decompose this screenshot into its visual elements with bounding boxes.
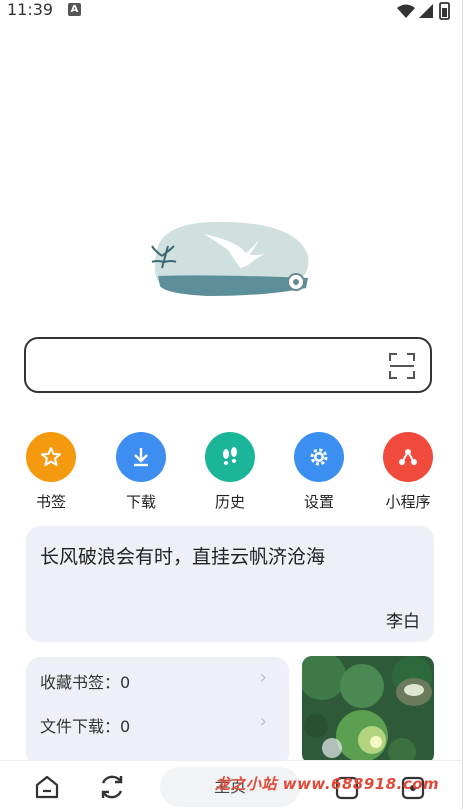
chevron-right-icon[interactable]: › bbox=[260, 667, 267, 688]
quote-card[interactable]: 长风破浪会有时，直挂云帆济沧海 李白 bbox=[26, 526, 434, 642]
stats-card: 收藏书签：0 › 文件下载：0 › bbox=[26, 657, 289, 767]
gear-icon bbox=[294, 432, 344, 482]
quick-link-label: 下载 bbox=[125, 493, 156, 511]
quote-author: 李白 bbox=[386, 612, 420, 632]
scan-icon[interactable] bbox=[388, 352, 416, 380]
star-icon bbox=[26, 432, 76, 482]
quick-link-bookmarks[interactable]: 书签 bbox=[16, 432, 86, 512]
status-bar: 11:39 A bbox=[0, 0, 463, 24]
wallpaper-image[interactable] bbox=[302, 656, 434, 764]
home-icon[interactable] bbox=[34, 774, 60, 800]
quick-link-label: 设置 bbox=[303, 493, 334, 511]
bird-logo-icon bbox=[151, 221, 309, 296]
quote-text: 长风破浪会有时，直挂云帆济沧海 bbox=[40, 546, 326, 568]
status-icons bbox=[397, 2, 450, 20]
quick-link-history[interactable]: 历史 bbox=[195, 432, 265, 512]
bookmarks-count[interactable]: 收藏书签：0 bbox=[40, 669, 130, 693]
quick-link-mini-programs[interactable]: 小程序 bbox=[373, 432, 443, 512]
quick-link-label: 小程序 bbox=[385, 493, 431, 511]
chevron-right-icon[interactable]: › bbox=[260, 711, 267, 732]
search-input[interactable] bbox=[24, 337, 432, 393]
status-time: 11:39 bbox=[7, 0, 54, 19]
quick-link-downloads[interactable]: 下载 bbox=[106, 432, 176, 512]
notification-icon: A bbox=[68, 3, 81, 16]
quick-link-label: 书签 bbox=[35, 493, 66, 511]
refresh-icon[interactable] bbox=[97, 772, 127, 802]
quick-link-settings[interactable]: 设置 bbox=[284, 432, 354, 512]
download-icon bbox=[116, 432, 166, 482]
downloads-count[interactable]: 文件下载：0 bbox=[40, 713, 130, 737]
watermark-text: 龙之小站 www.688918.com bbox=[215, 775, 440, 793]
footprints-icon bbox=[205, 432, 255, 482]
quick-link-label: 历史 bbox=[214, 493, 245, 511]
mini-program-icon bbox=[383, 432, 433, 482]
